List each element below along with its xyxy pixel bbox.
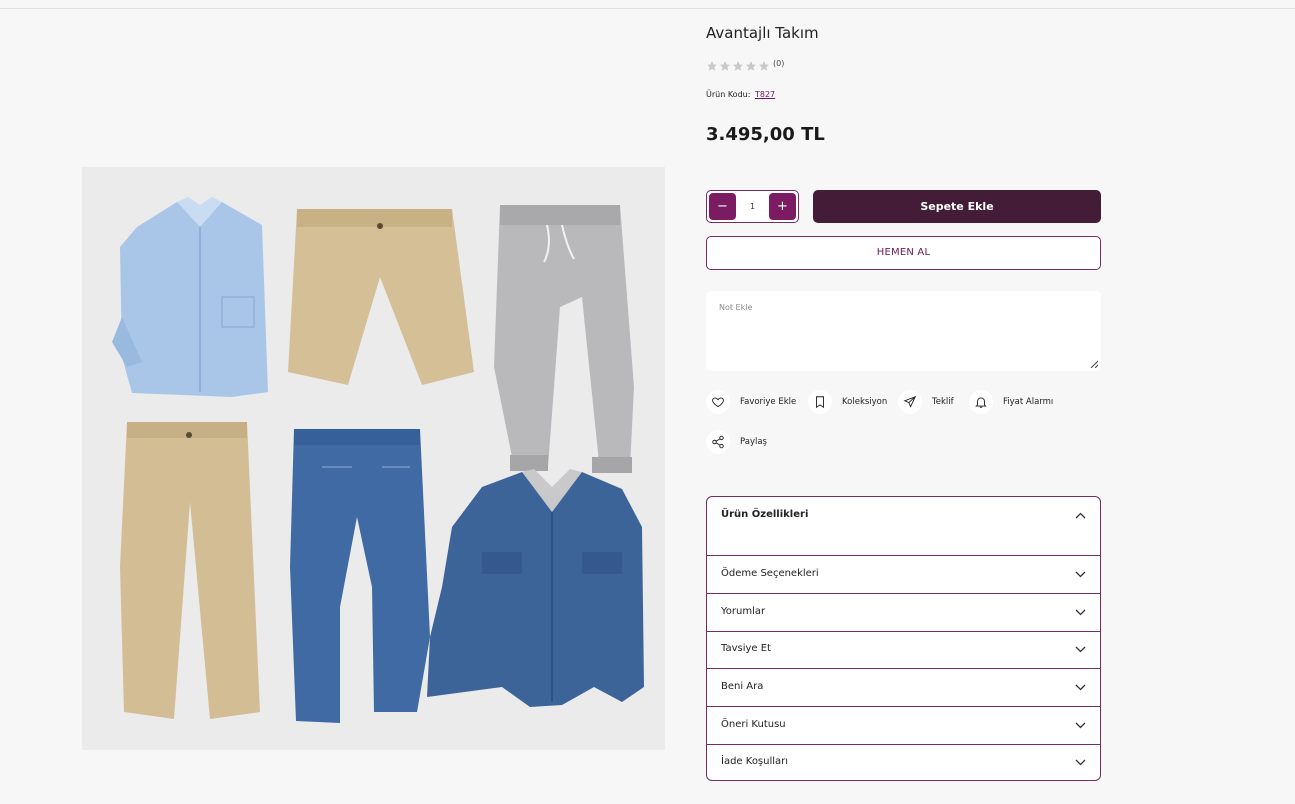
send-icon bbox=[898, 390, 922, 414]
price-alarm-action[interactable]: Fiyat Alarmı bbox=[969, 390, 1053, 414]
accordion-reviews[interactable]: Yorumlar bbox=[707, 594, 1100, 632]
rating-stars[interactable]: (0) bbox=[706, 58, 785, 72]
chevron-down-icon bbox=[1075, 722, 1086, 729]
star-icon bbox=[759, 61, 769, 71]
accordion-product-features[interactable]: Ürün Özellikleri bbox=[707, 497, 1100, 556]
accordion-label: Ödeme Seçenekleri bbox=[721, 568, 819, 579]
product-code-label: Ürün Kodu: bbox=[706, 90, 751, 99]
rating-count: (0) bbox=[773, 58, 785, 68]
note-textarea[interactable]: Not Ekle bbox=[706, 291, 1101, 371]
share-icon bbox=[706, 430, 730, 454]
increase-quantity-button[interactable]: + bbox=[769, 193, 796, 220]
accordion-label: Yorumlar bbox=[721, 606, 766, 617]
star-icon bbox=[733, 61, 743, 71]
accordion-suggestion-box[interactable]: Öneri Kutusu bbox=[707, 707, 1100, 745]
chevron-down-icon bbox=[1075, 684, 1086, 691]
add-favorite-action[interactable]: Favoriye Ekle bbox=[706, 390, 796, 414]
share-action[interactable]: Paylaş bbox=[706, 430, 767, 454]
collection-action[interactable]: Koleksiyon bbox=[808, 390, 887, 414]
accordion-label: Ürün Özellikleri bbox=[721, 509, 809, 520]
chevron-down-icon bbox=[1075, 609, 1086, 616]
offer-action[interactable]: Teklif bbox=[898, 390, 954, 414]
accordion-label: Beni Ara bbox=[721, 681, 764, 692]
product-title: Avantajlı Takım bbox=[706, 24, 819, 42]
accordion-payment-options[interactable]: Ödeme Seçenekleri bbox=[707, 556, 1100, 594]
resize-handle-icon[interactable] bbox=[1090, 360, 1098, 368]
star-icon bbox=[746, 61, 756, 71]
chevron-down-icon bbox=[1075, 646, 1086, 653]
accordion-return-policy[interactable]: İade Koşulları bbox=[707, 744, 1100, 780]
price-alarm-label: Fiyat Alarmı bbox=[1003, 397, 1054, 407]
bookmark-icon bbox=[808, 390, 832, 414]
chevron-up-icon bbox=[1075, 512, 1086, 519]
product-code-link[interactable]: T827 bbox=[755, 90, 775, 99]
buy-now-button[interactable]: HEMEN AL bbox=[706, 236, 1101, 270]
chevron-down-icon bbox=[1075, 759, 1086, 766]
accordion-label: Tavsiye Et bbox=[721, 643, 771, 654]
chevron-down-icon bbox=[1075, 571, 1086, 578]
star-icon bbox=[720, 61, 730, 71]
decrease-quantity-button[interactable]: − bbox=[709, 193, 736, 220]
add-favorite-label: Favoriye Ekle bbox=[740, 397, 797, 407]
star-icon bbox=[707, 61, 717, 71]
product-code-row: Ürün Kodu: T827 bbox=[706, 90, 775, 99]
offer-label: Teklif bbox=[932, 397, 954, 407]
product-image[interactable] bbox=[82, 167, 665, 750]
quantity-input[interactable]: 1 bbox=[737, 191, 768, 222]
share-label: Paylaş bbox=[740, 437, 767, 447]
header-divider bbox=[0, 8, 1295, 9]
accordion-recommend[interactable]: Tavsiye Et bbox=[707, 631, 1100, 669]
accordion-label: Öneri Kutusu bbox=[721, 719, 786, 730]
heart-icon bbox=[706, 390, 730, 414]
product-details-accordion: Ürün Özellikleri Ödeme Seçenekleri Yorum… bbox=[706, 496, 1101, 781]
quantity-stepper: − 1 + bbox=[706, 190, 799, 223]
product-price: 3.495,00 TL bbox=[706, 124, 825, 145]
bell-icon bbox=[969, 390, 993, 414]
product-photo-illustration bbox=[82, 167, 665, 750]
add-to-cart-button[interactable]: Sepete Ekle bbox=[813, 190, 1101, 223]
accordion-label: İade Koşulları bbox=[721, 756, 789, 767]
collection-label: Koleksiyon bbox=[842, 397, 888, 407]
accordion-call-me[interactable]: Beni Ara bbox=[707, 669, 1100, 707]
note-placeholder: Not Ekle bbox=[719, 303, 753, 312]
